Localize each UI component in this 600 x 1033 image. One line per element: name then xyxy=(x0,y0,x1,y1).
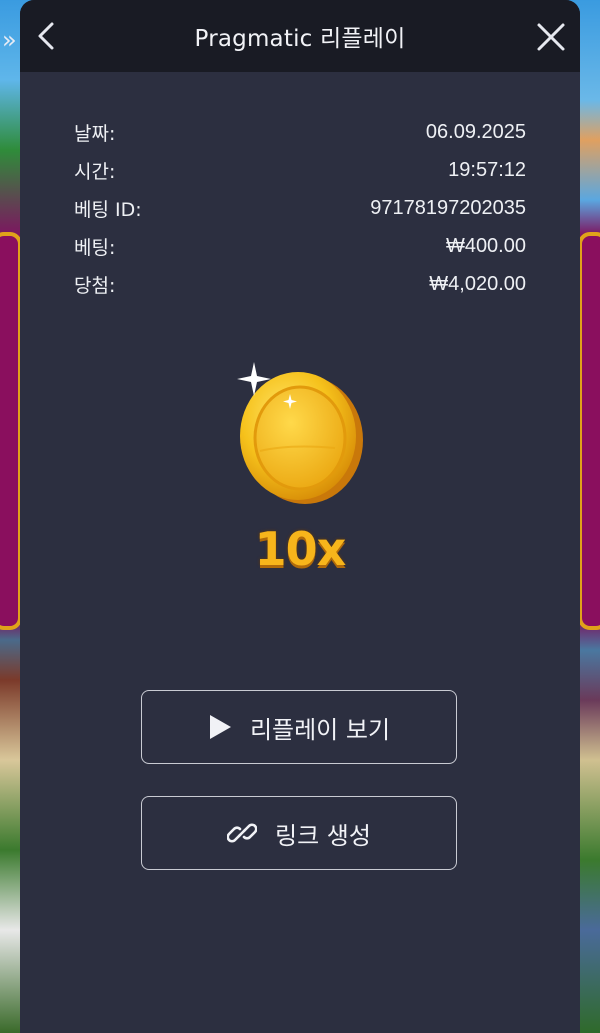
detail-value: ₩4,020.00 xyxy=(429,272,526,295)
detail-value: 19:57:12 xyxy=(448,158,526,181)
close-icon xyxy=(537,23,565,51)
detail-label: 베팅: xyxy=(74,236,116,259)
link-icon xyxy=(227,823,258,843)
detail-label: 날짜: xyxy=(74,122,116,145)
expand-sidebar-icon[interactable]: » xyxy=(2,26,17,54)
chevron-left-icon xyxy=(38,22,54,50)
detail-value: ₩400.00 xyxy=(445,234,526,257)
detail-label: 당첨: xyxy=(74,274,116,297)
detail-row-win: 당첨: ₩4,020.00 xyxy=(74,265,526,303)
panel-header: Pragmatic 리플레이 xyxy=(20,0,580,72)
detail-value: 06.09.2025 xyxy=(425,120,526,143)
detail-row-bet-id: 베팅 ID: 97178197202035 xyxy=(74,189,526,227)
close-button[interactable] xyxy=(532,18,570,56)
detail-row-bet: 베팅: ₩400.00 xyxy=(74,227,526,265)
detail-row-time: 시간: 19:57:12 xyxy=(74,151,526,189)
gold-coin-icon xyxy=(230,356,370,506)
detail-row-date: 날짜: 06.09.2025 xyxy=(74,113,526,151)
play-icon xyxy=(209,715,231,739)
page-title: Pragmatic 리플레이 xyxy=(194,26,406,52)
view-replay-label: 리플레이 보기 xyxy=(249,715,391,744)
detail-value: 97178197202035 xyxy=(370,196,526,219)
view-replay-button[interactable]: 리플레이 보기 xyxy=(141,690,457,764)
back-button[interactable] xyxy=(30,18,66,54)
detail-label: 시간: xyxy=(74,160,116,183)
bet-details: 날짜: 06.09.2025 시간: 19:57:12 베팅 ID: 97178… xyxy=(74,113,526,303)
detail-label: 베팅 ID: xyxy=(74,198,142,221)
create-link-button[interactable]: 링크 생성 xyxy=(141,796,457,870)
replay-panel: Pragmatic 리플레이 날짜: 06.09.2025 시간: 19:57:… xyxy=(20,0,580,1033)
win-multiplier: 10x xyxy=(254,522,347,576)
create-link-label: 링크 생성 xyxy=(275,821,371,850)
